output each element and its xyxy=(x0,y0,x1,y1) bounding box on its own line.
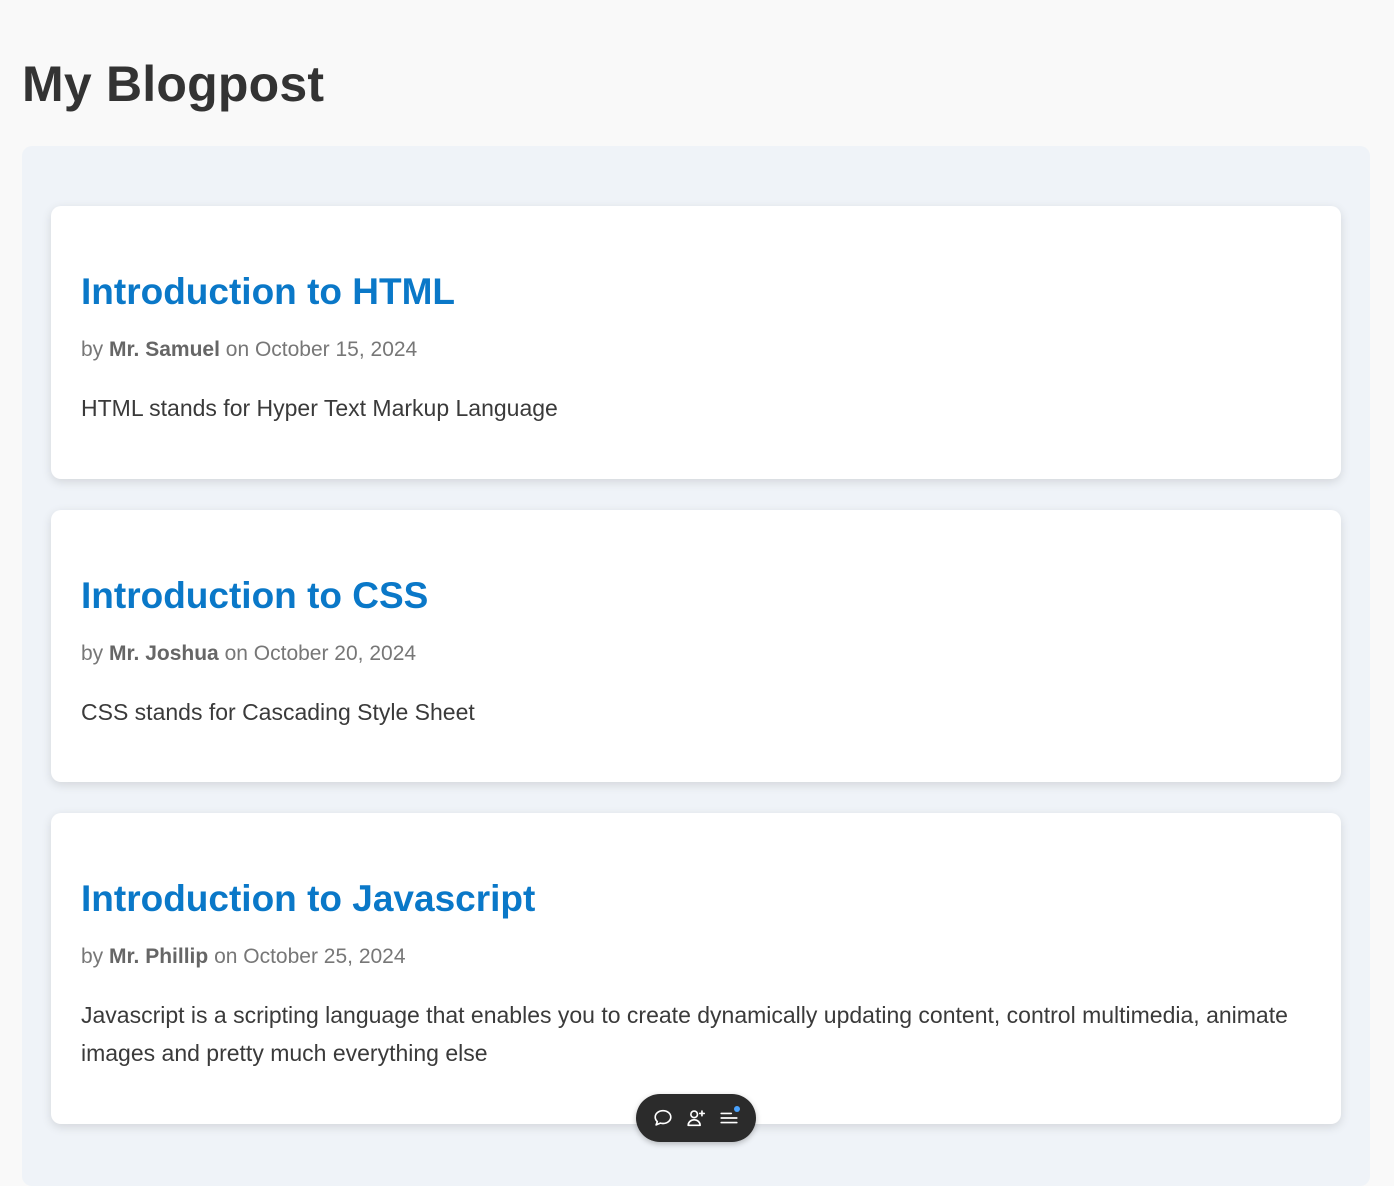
post-title-link[interactable]: Introduction to HTML xyxy=(81,268,455,316)
post-excerpt: Javascript is a scripting language that … xyxy=(81,1002,1288,1066)
post-excerpt: HTML stands for Hyper Text Markup Langua… xyxy=(81,395,558,421)
post-card: Introduction to HTML by Mr. Samuel on Oc… xyxy=(51,206,1341,479)
post-card: Introduction to CSS by Mr. Joshua on Oct… xyxy=(51,510,1341,782)
post-date: on October 25, 2024 xyxy=(214,945,406,968)
post-author: Mr. Phillip xyxy=(109,945,209,968)
page-title: My Blogpost xyxy=(22,56,325,112)
post-author: Mr. Joshua xyxy=(109,642,219,665)
posts-container: Introduction to HTML by Mr. Samuel on Oc… xyxy=(22,146,1370,1186)
post-by-label: by xyxy=(81,338,104,361)
add-user-icon xyxy=(687,1110,706,1127)
post-excerpt: CSS stands for Cascading Style Sheet xyxy=(81,699,475,725)
comment-button[interactable] xyxy=(649,1104,677,1132)
chat-bubble-icon xyxy=(654,1109,672,1126)
post-author: Mr. Samuel xyxy=(109,338,220,361)
floating-toolbar xyxy=(636,1094,756,1142)
add-user-button[interactable] xyxy=(682,1104,710,1132)
post-date: on October 15, 2024 xyxy=(225,338,418,361)
post-date: on October 20, 2024 xyxy=(224,642,417,665)
post-meta: by Mr. Phillip on October 25, 2024 xyxy=(81,943,406,971)
post-meta: by Mr. Joshua on October 20, 2024 xyxy=(81,640,416,668)
post-by-label: by xyxy=(81,642,104,665)
post-title-link[interactable]: Introduction to CSS xyxy=(81,572,428,620)
post-by-label: by xyxy=(81,945,104,968)
post-card: Introduction to Javascript by Mr. Philli… xyxy=(51,813,1341,1124)
post-meta: by Mr. Samuel on October 15, 2024 xyxy=(81,336,417,364)
post-title-link[interactable]: Introduction to Javascript xyxy=(81,875,535,923)
menu-button[interactable] xyxy=(715,1104,743,1132)
